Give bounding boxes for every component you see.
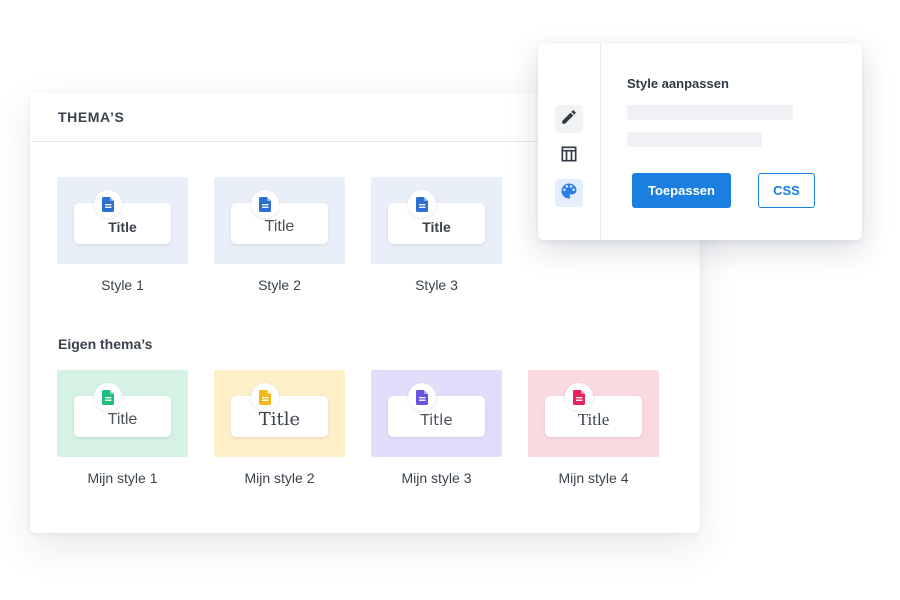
placeholder-line-2 bbox=[627, 132, 762, 147]
theme-caption: Mijn style 2 bbox=[244, 470, 315, 486]
title-preview: Title bbox=[420, 410, 453, 429]
title-preview: Title bbox=[108, 218, 137, 235]
document-icon bbox=[565, 383, 593, 411]
pencil-icon bbox=[560, 108, 578, 131]
theme-thumbnail[interactable]: Title bbox=[371, 370, 502, 457]
title-preview: Title bbox=[107, 410, 138, 428]
theme-card[interactable]: Title Mijn style 4 bbox=[528, 370, 659, 486]
theme-thumbnail[interactable]: Title bbox=[57, 370, 188, 457]
theme-thumbnail[interactable]: Title bbox=[214, 370, 345, 457]
layout-tool-button[interactable] bbox=[555, 142, 583, 170]
title-preview: Title bbox=[264, 217, 295, 235]
table-icon bbox=[559, 144, 579, 169]
theme-thumbnail[interactable]: Title bbox=[57, 177, 188, 264]
title-preview: Title bbox=[577, 409, 610, 429]
theme-card[interactable]: Title Style 2 bbox=[214, 177, 345, 293]
document-icon bbox=[251, 383, 279, 411]
palette-icon bbox=[559, 181, 579, 206]
theme-caption: Mijn style 3 bbox=[401, 470, 472, 486]
apply-button[interactable]: Toepassen bbox=[632, 173, 731, 208]
title-preview-box: Title bbox=[545, 396, 642, 437]
title-preview-box: Title bbox=[388, 203, 485, 244]
css-button[interactable]: CSS bbox=[758, 173, 815, 208]
theme-card[interactable]: Title Mijn style 3 bbox=[371, 370, 502, 486]
panel-title: THEMA’S bbox=[58, 109, 125, 125]
title-preview: Title bbox=[422, 218, 451, 235]
title-preview-box: Title bbox=[388, 396, 485, 437]
style-edit-popup: Style aanpassen Toepassen CSS bbox=[538, 43, 862, 240]
document-icon bbox=[94, 383, 122, 411]
theme-caption: Style 3 bbox=[415, 277, 458, 293]
popup-title: Style aanpassen bbox=[627, 76, 729, 91]
theme-card[interactable]: Title Mijn style 1 bbox=[57, 370, 188, 486]
title-preview-box: Title bbox=[231, 396, 328, 437]
theme-tool-button[interactable] bbox=[555, 179, 583, 207]
title-preview: Title bbox=[258, 409, 301, 430]
theme-caption: Mijn style 1 bbox=[87, 470, 158, 486]
document-icon bbox=[94, 190, 122, 218]
edit-tool-button[interactable] bbox=[555, 105, 583, 133]
theme-caption: Style 1 bbox=[101, 277, 144, 293]
title-preview-box: Title bbox=[74, 396, 171, 437]
theme-thumbnail[interactable]: Title bbox=[371, 177, 502, 264]
document-icon bbox=[251, 190, 279, 218]
document-icon bbox=[408, 190, 436, 218]
theme-thumbnail[interactable]: Title bbox=[214, 177, 345, 264]
placeholder-line-1 bbox=[627, 105, 793, 120]
theme-card[interactable]: Title Style 3 bbox=[371, 177, 502, 293]
theme-caption: Style 2 bbox=[258, 277, 301, 293]
title-preview-box: Title bbox=[231, 203, 328, 244]
title-preview-box: Title bbox=[74, 203, 171, 244]
theme-thumbnail[interactable]: Title bbox=[528, 370, 659, 457]
theme-caption: Mijn style 4 bbox=[558, 470, 629, 486]
popup-divider bbox=[600, 43, 601, 240]
custom-themes-label: Eigen thema’s bbox=[58, 336, 153, 352]
document-icon bbox=[408, 383, 436, 411]
theme-card[interactable]: Title Mijn style 2 bbox=[214, 370, 345, 486]
theme-card[interactable]: Title Style 1 bbox=[57, 177, 188, 293]
